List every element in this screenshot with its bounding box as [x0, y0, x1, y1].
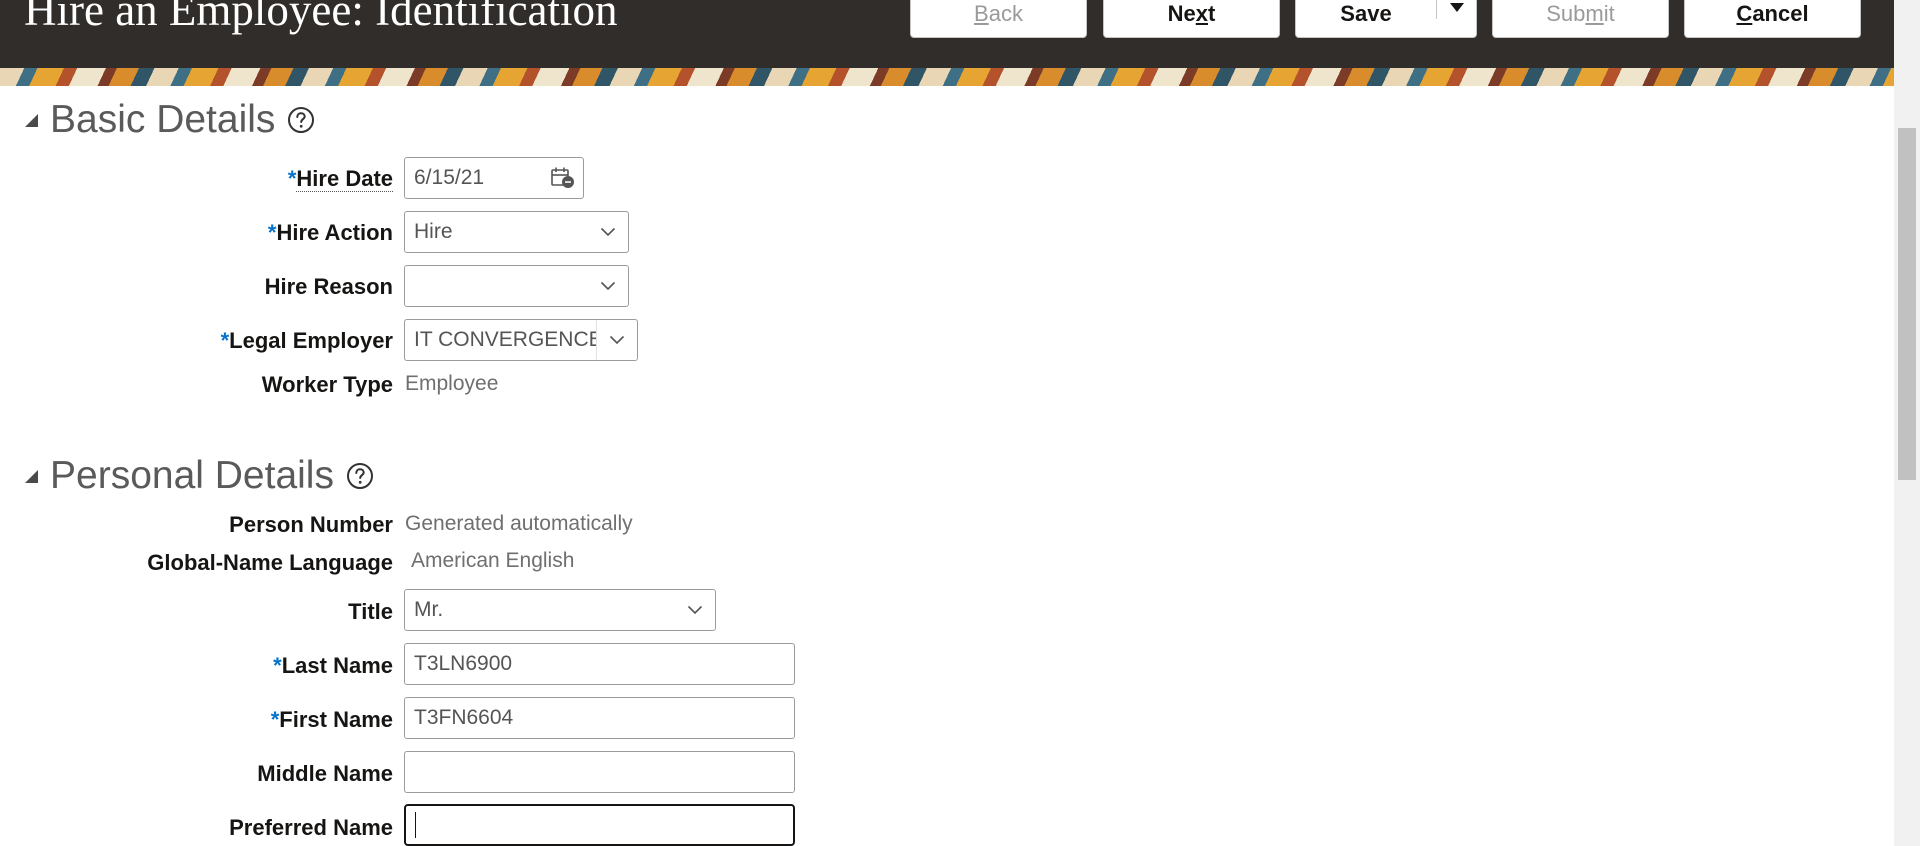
preferred-name-input[interactable]: [404, 804, 795, 846]
hire-date-label: *Hire Date: [287, 166, 393, 192]
caret-down-icon: [1450, 3, 1464, 12]
calendar-icon[interactable]: [543, 158, 583, 198]
global-name-language-value[interactable]: American English: [411, 549, 574, 573]
basic-details-header[interactable]: Basic Details: [22, 100, 315, 139]
cancel-button[interactable]: Cancel: [1684, 0, 1861, 38]
hire-action-label: *Hire Action: [267, 220, 393, 245]
legal-employer-label: *Legal Employer: [220, 328, 393, 353]
back-button[interactable]: Back: [910, 0, 1087, 38]
disclosure-expanded-icon[interactable]: [22, 111, 40, 129]
hire-action-select[interactable]: Hire: [404, 211, 629, 253]
chevron-down-icon[interactable]: [596, 320, 637, 360]
save-menu-button[interactable]: [1437, 0, 1477, 37]
worker-type-label: Worker Type: [261, 372, 393, 397]
hire-reason-label: Hire Reason: [264, 274, 393, 299]
disclosure-expanded-icon[interactable]: [22, 467, 40, 485]
last-name-label: *Last Name: [273, 653, 393, 678]
save-button-group: Save: [1295, 0, 1477, 38]
preferred-name-label: Preferred Name: [229, 815, 393, 840]
text-cursor: [415, 812, 416, 838]
hire-reason-select[interactable]: [404, 265, 629, 307]
section-title: Basic Details: [50, 98, 276, 141]
help-icon[interactable]: [346, 462, 374, 490]
page-title: Hire an Employee: Identification: [24, 0, 618, 35]
middle-name-label: Middle Name: [257, 761, 393, 786]
global-name-language-label: Global-Name Language: [147, 550, 393, 575]
title-select[interactable]: Mr.: [404, 589, 716, 631]
first-name-input[interactable]: T3FN6604: [404, 697, 795, 739]
decorative-banner: [0, 68, 1894, 86]
personal-details-header[interactable]: Personal Details: [22, 456, 374, 495]
section-title: Personal Details: [50, 454, 334, 497]
chevron-down-icon[interactable]: [588, 212, 628, 252]
person-number-value: Generated automatically: [405, 512, 633, 535]
legal-employer-select[interactable]: IT CONVERGENCE CAD: [404, 319, 638, 361]
next-button[interactable]: Ne x t: [1103, 0, 1280, 38]
save-button[interactable]: Save: [1296, 0, 1436, 37]
title-label: Title: [348, 599, 393, 624]
first-name-label: *First Name: [270, 707, 393, 732]
chevron-down-icon[interactable]: [675, 590, 715, 630]
middle-name-input[interactable]: [404, 751, 795, 793]
help-icon[interactable]: [287, 106, 315, 134]
hire-date-input[interactable]: 6/15/21: [404, 157, 584, 199]
last-name-input[interactable]: T3LN6900: [404, 643, 795, 685]
worker-type-value: Employee: [405, 372, 499, 395]
person-number-label: Person Number: [229, 512, 393, 537]
chevron-down-icon[interactable]: [588, 266, 628, 306]
submit-button[interactable]: Sub m it: [1492, 0, 1669, 38]
page-header: Hire an Employee: Identification Back Ne…: [0, 0, 1894, 68]
scrollbar-thumb[interactable]: [1898, 128, 1916, 480]
